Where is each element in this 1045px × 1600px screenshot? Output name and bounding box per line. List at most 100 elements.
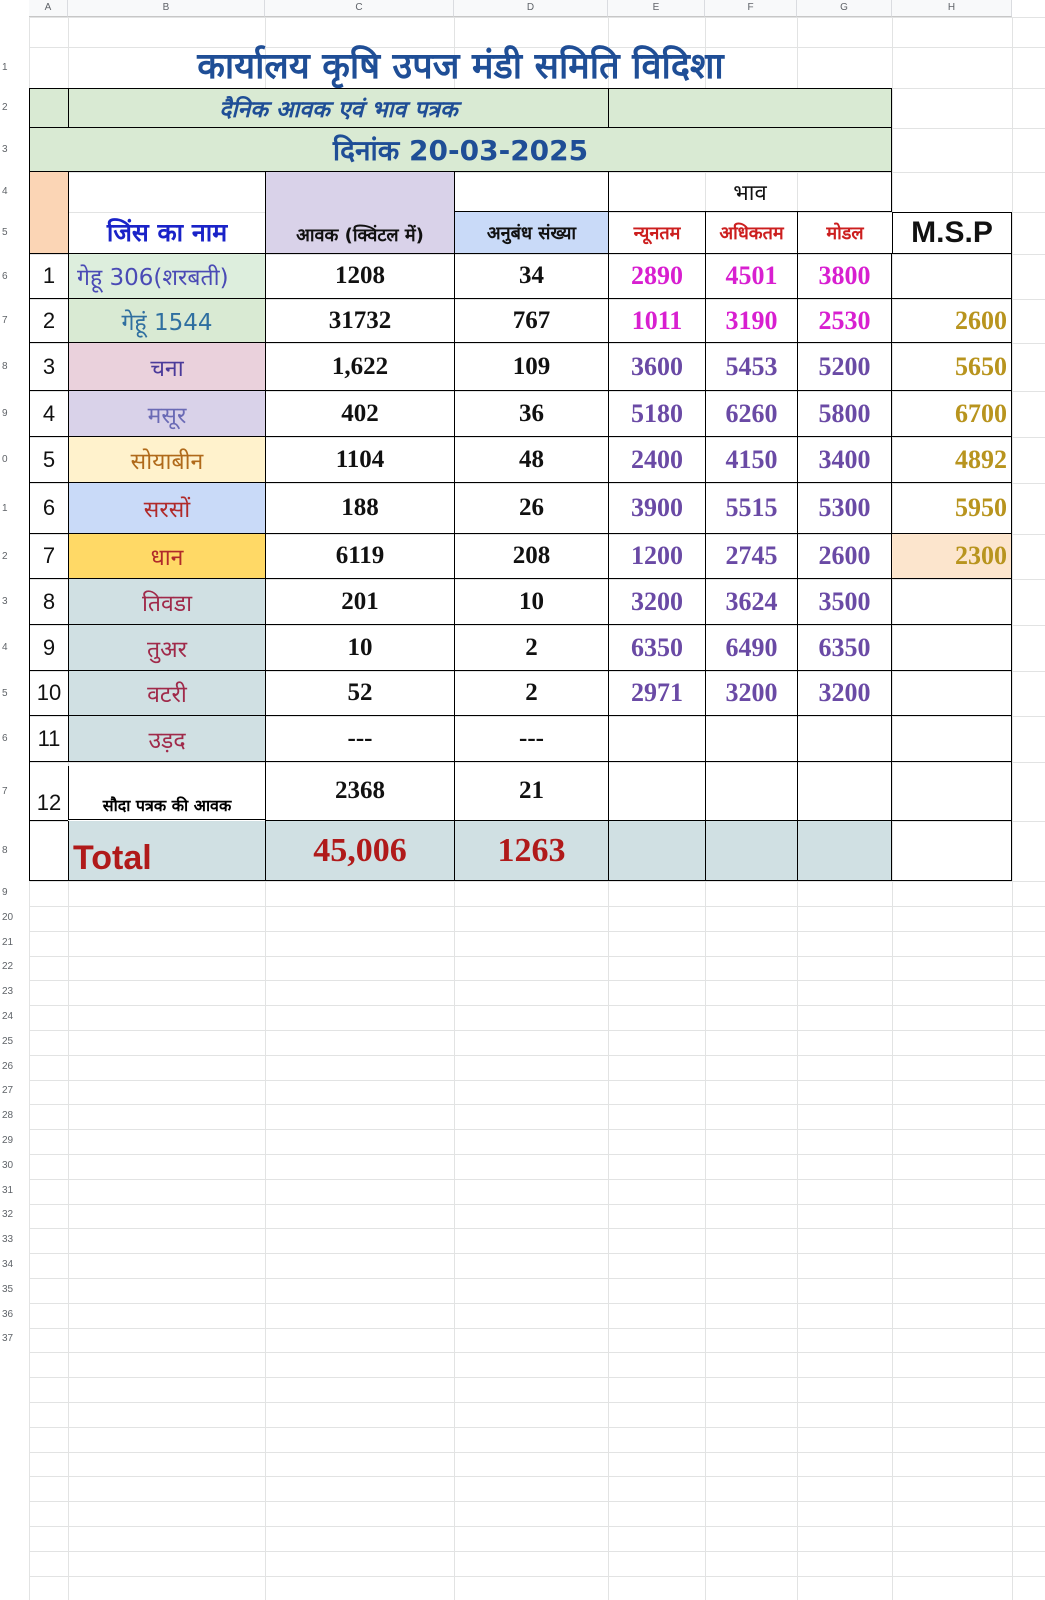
msp-value bbox=[892, 254, 1012, 299]
row-header[interactable]: 35 bbox=[0, 1278, 28, 1303]
row-header[interactable]: 2 bbox=[0, 88, 28, 128]
crop-name: उड़द bbox=[68, 716, 265, 762]
row-header[interactable]: 8 bbox=[0, 821, 28, 881]
grid-line-horizontal bbox=[29, 1427, 1045, 1428]
grid-line-horizontal bbox=[29, 1055, 1045, 1056]
row-header[interactable]: 29 bbox=[0, 1129, 28, 1154]
row-header[interactable]: 2 bbox=[0, 534, 28, 579]
row-header[interactable]: 7 bbox=[0, 762, 28, 821]
row-header[interactable]: 1 bbox=[0, 47, 28, 88]
grid-line-horizontal bbox=[29, 1005, 1045, 1006]
row-serial: 1 bbox=[29, 254, 68, 299]
msp-value: 6700 bbox=[892, 391, 1012, 437]
modal-price: 5200 bbox=[797, 343, 892, 391]
min-price: 5180 bbox=[608, 391, 705, 437]
msp-value bbox=[892, 716, 1012, 762]
grid-line-horizontal bbox=[29, 1526, 1045, 1527]
grid-line-horizontal bbox=[29, 980, 1045, 981]
grid-line-horizontal bbox=[29, 1303, 1045, 1304]
row-header[interactable]: 27 bbox=[0, 1079, 28, 1104]
column-header-b[interactable]: B bbox=[68, 0, 265, 17]
column-header-h[interactable]: H bbox=[892, 0, 1012, 17]
arrival-value: 2368 bbox=[265, 762, 454, 821]
arrival-value: 402 bbox=[265, 391, 454, 437]
row-header[interactable]: 4 bbox=[0, 172, 28, 212]
grid-line-horizontal bbox=[29, 1576, 1045, 1577]
row-header[interactable]: 9 bbox=[0, 391, 28, 437]
max-price: 6260 bbox=[705, 391, 797, 437]
arrival-value: 1,622 bbox=[265, 343, 454, 391]
header-cell-a bbox=[29, 172, 68, 254]
max-price: 3624 bbox=[705, 579, 797, 625]
row-header[interactable]: 5 bbox=[0, 671, 28, 716]
row-header[interactable]: 1 bbox=[0, 483, 28, 534]
row-header[interactable]: 34 bbox=[0, 1253, 28, 1278]
row-header[interactable]: 20 bbox=[0, 906, 28, 931]
crop-name: सौदा पत्रक की आवक bbox=[68, 766, 265, 820]
total-label: Total bbox=[68, 821, 265, 881]
total-cell-h bbox=[892, 821, 1012, 881]
row-header[interactable]: 28 bbox=[0, 1104, 28, 1129]
modal-price: 5300 bbox=[797, 483, 892, 534]
max-price: 5453 bbox=[705, 343, 797, 391]
min-price: 1200 bbox=[608, 534, 705, 579]
min-price: 3200 bbox=[608, 579, 705, 625]
row-header[interactable]: 7 bbox=[0, 299, 28, 343]
row-header[interactable]: 3 bbox=[0, 128, 28, 172]
row-header[interactable]: 6 bbox=[0, 254, 28, 299]
contracts-value: 26 bbox=[454, 483, 608, 534]
row-serial: 7 bbox=[29, 534, 68, 579]
row-header[interactable]: 22 bbox=[0, 955, 28, 980]
msp-value bbox=[892, 579, 1012, 625]
grid-line-horizontal bbox=[29, 1179, 1045, 1180]
contracts-value: 208 bbox=[454, 534, 608, 579]
min-price: 6350 bbox=[608, 625, 705, 671]
crop-name: तिवडा bbox=[68, 579, 265, 625]
crop-name: मसूर bbox=[68, 391, 265, 437]
max-price bbox=[705, 716, 797, 762]
row-serial: 6 bbox=[29, 483, 68, 534]
row-header[interactable]: 37 bbox=[0, 1327, 28, 1352]
row-header[interactable]: 9 bbox=[0, 881, 28, 906]
row-header[interactable]: 4 bbox=[0, 625, 28, 671]
row-header[interactable]: 31 bbox=[0, 1179, 28, 1204]
row-header[interactable]: 23 bbox=[0, 980, 28, 1005]
modal-price: 3500 bbox=[797, 579, 892, 625]
arrival-value: 31732 bbox=[265, 299, 454, 343]
column-header-c[interactable]: C bbox=[265, 0, 454, 17]
crop-name: सोयाबीन bbox=[68, 437, 265, 483]
max-price: 4150 bbox=[705, 437, 797, 483]
modal-price: 3400 bbox=[797, 437, 892, 483]
column-header-d[interactable]: D bbox=[454, 0, 608, 17]
max-price: 6490 bbox=[705, 625, 797, 671]
grid-line-horizontal bbox=[29, 1402, 1045, 1403]
column-header-e[interactable]: E bbox=[608, 0, 705, 17]
contracts-value: 10 bbox=[454, 579, 608, 625]
row-header[interactable]: 26 bbox=[0, 1055, 28, 1080]
grid-line-horizontal bbox=[29, 1352, 1045, 1353]
subtitle-cell-a bbox=[29, 88, 68, 128]
grid-line-horizontal bbox=[29, 1501, 1045, 1502]
row-header[interactable]: 21 bbox=[0, 931, 28, 956]
row-header[interactable]: 30 bbox=[0, 1154, 28, 1179]
row-header[interactable]: 6 bbox=[0, 716, 28, 762]
grid-line-horizontal bbox=[29, 1030, 1045, 1031]
min-price: 3600 bbox=[608, 343, 705, 391]
contracts-value: 767 bbox=[454, 299, 608, 343]
total-contracts: 1263 bbox=[454, 821, 608, 881]
row-header[interactable]: 32 bbox=[0, 1203, 28, 1228]
row-header[interactable]: 25 bbox=[0, 1030, 28, 1055]
grid-line-horizontal bbox=[29, 1228, 1045, 1229]
row-header[interactable]: 8 bbox=[0, 343, 28, 391]
column-header-f[interactable]: F bbox=[705, 0, 797, 17]
column-header-a[interactable]: A bbox=[29, 0, 68, 17]
row-header[interactable]: 33 bbox=[0, 1228, 28, 1253]
grid-line-horizontal bbox=[29, 1129, 1045, 1130]
row-header[interactable]: 36 bbox=[0, 1303, 28, 1328]
row-header[interactable]: 24 bbox=[0, 1005, 28, 1030]
grid-line-horizontal bbox=[29, 1377, 1045, 1378]
column-header-g[interactable]: G bbox=[797, 0, 892, 17]
row-header[interactable]: 3 bbox=[0, 579, 28, 625]
row-header[interactable]: 5 bbox=[0, 212, 28, 254]
row-header[interactable]: 0 bbox=[0, 437, 28, 483]
